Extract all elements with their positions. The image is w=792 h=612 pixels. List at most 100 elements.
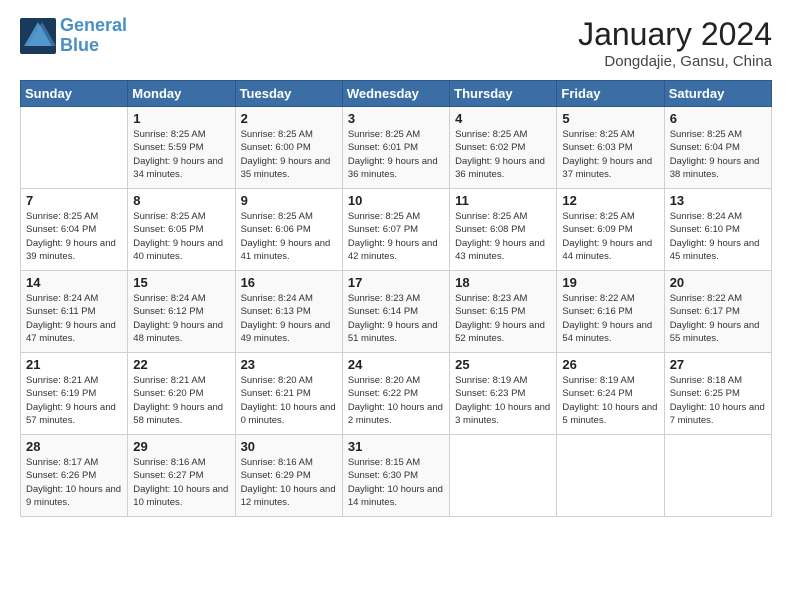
- day-number: 11: [455, 193, 551, 208]
- calendar-page: General Blue January 2024 Dongdajie, Gan…: [0, 0, 792, 612]
- weekday-header-thursday: Thursday: [450, 81, 557, 107]
- day-number: 3: [348, 111, 444, 126]
- day-info: Sunrise: 8:18 AMSunset: 6:25 PMDaylight:…: [670, 374, 766, 427]
- logo-line2: Blue: [60, 35, 99, 55]
- day-cell: 4 Sunrise: 8:25 AMSunset: 6:02 PMDaylight…: [450, 107, 557, 189]
- day-cell: 25 Sunrise: 8:19 AMSunset: 6:23 PMDayligh…: [450, 353, 557, 435]
- month-title: January 2024: [578, 16, 772, 53]
- day-cell: 17 Sunrise: 8:23 AMSunset: 6:14 PMDayligh…: [342, 271, 449, 353]
- day-number: 28: [26, 439, 122, 454]
- day-cell: 14Sunrise: 8:24 AMSunset: 6:11 PMDayligh…: [21, 271, 128, 353]
- day-info: Sunrise: 8:23 AMSunset: 6:14 PMDaylight:…: [348, 292, 444, 345]
- day-number: 20: [670, 275, 766, 290]
- day-cell: [21, 107, 128, 189]
- day-cell: 15Sunrise: 8:24 AMSunset: 6:12 PMDayligh…: [128, 271, 235, 353]
- weekday-header-saturday: Saturday: [664, 81, 771, 107]
- day-number: 9: [241, 193, 337, 208]
- day-number: 27: [670, 357, 766, 372]
- day-cell: 5Sunrise: 8:25 AMSunset: 6:03 PMDaylight…: [557, 107, 664, 189]
- logo: General Blue: [20, 16, 127, 56]
- day-info: Sunrise: 8:15 AMSunset: 6:30 PMDaylight:…: [348, 456, 444, 509]
- weekday-header-friday: Friday: [557, 81, 664, 107]
- day-info: Sunrise: 8:25 AMSunset: 5:59 PMDaylight:…: [133, 128, 229, 181]
- day-cell: 1 Sunrise: 8:25 AMSunset: 5:59 PMDaylight…: [128, 107, 235, 189]
- day-info: Sunrise: 8:21 AMSunset: 6:20 PMDaylight:…: [133, 374, 229, 427]
- day-number: 31: [348, 439, 444, 454]
- day-cell: 9 Sunrise: 8:25 AMSunset: 6:06 PMDaylight…: [235, 189, 342, 271]
- day-number: 23: [241, 357, 337, 372]
- day-info: Sunrise: 8:25 AMSunset: 6:00 PMDaylight:…: [241, 128, 337, 181]
- calendar-table: SundayMondayTuesdayWednesdayThursdayFrid…: [20, 80, 772, 517]
- day-cell: 27 Sunrise: 8:18 AMSunset: 6:25 PMDayligh…: [664, 353, 771, 435]
- day-info: Sunrise: 8:16 AMSunset: 6:27 PMDaylight:…: [133, 456, 229, 509]
- day-number: 29: [133, 439, 229, 454]
- day-cell: 2Sunrise: 8:25 AMSunset: 6:00 PMDaylight…: [235, 107, 342, 189]
- day-info: Sunrise: 8:23 AMSunset: 6:15 PMDaylight:…: [455, 292, 551, 345]
- day-info: Sunrise: 8:24 AMSunset: 6:10 PMDaylight:…: [670, 210, 766, 263]
- day-cell: 22Sunrise: 8:21 AMSunset: 6:20 PMDayligh…: [128, 353, 235, 435]
- day-info: Sunrise: 8:25 AMSunset: 6:01 PMDaylight:…: [348, 128, 444, 181]
- day-cell: 29 Sunrise: 8:16 AMSunset: 6:27 PMDayligh…: [128, 435, 235, 517]
- calendar-header: SundayMondayTuesdayWednesdayThursdayFrid…: [21, 81, 772, 107]
- day-number: 25: [455, 357, 551, 372]
- day-cell: 24Sunrise: 8:20 AMSunset: 6:22 PMDayligh…: [342, 353, 449, 435]
- week-row-4: 21Sunrise: 8:21 AMSunset: 6:19 PMDayligh…: [21, 353, 772, 435]
- calendar-body: 1 Sunrise: 8:25 AMSunset: 5:59 PMDaylight…: [21, 107, 772, 517]
- logo-text: General Blue: [60, 16, 127, 56]
- day-info: Sunrise: 8:25 AMSunset: 6:04 PMDaylight:…: [26, 210, 122, 263]
- day-number: 6: [670, 111, 766, 126]
- day-info: Sunrise: 8:25 AMSunset: 6:07 PMDaylight:…: [348, 210, 444, 263]
- day-cell: [450, 435, 557, 517]
- day-number: 5: [562, 111, 658, 126]
- day-number: 30: [241, 439, 337, 454]
- week-row-1: 1 Sunrise: 8:25 AMSunset: 5:59 PMDaylight…: [21, 107, 772, 189]
- day-number: 12: [562, 193, 658, 208]
- day-number: 26: [562, 357, 658, 372]
- day-cell: 30 Sunrise: 8:16 AMSunset: 6:29 PMDayligh…: [235, 435, 342, 517]
- day-cell: 10Sunrise: 8:25 AMSunset: 6:07 PMDayligh…: [342, 189, 449, 271]
- day-number: 16: [241, 275, 337, 290]
- day-number: 17: [348, 275, 444, 290]
- day-number: 13: [670, 193, 766, 208]
- week-row-3: 14Sunrise: 8:24 AMSunset: 6:11 PMDayligh…: [21, 271, 772, 353]
- day-number: 19: [562, 275, 658, 290]
- weekday-header-sunday: Sunday: [21, 81, 128, 107]
- location: Dongdajie, Gansu, China: [578, 53, 772, 70]
- weekday-row: SundayMondayTuesdayWednesdayThursdayFrid…: [21, 81, 772, 107]
- day-info: Sunrise: 8:25 AMSunset: 6:02 PMDaylight:…: [455, 128, 551, 181]
- day-info: Sunrise: 8:25 AMSunset: 6:09 PMDaylight:…: [562, 210, 658, 263]
- day-cell: 13 Sunrise: 8:24 AMSunset: 6:10 PMDayligh…: [664, 189, 771, 271]
- day-number: 7: [26, 193, 122, 208]
- day-info: Sunrise: 8:25 AMSunset: 6:04 PMDaylight:…: [670, 128, 766, 181]
- day-cell: 16Sunrise: 8:24 AMSunset: 6:13 PMDayligh…: [235, 271, 342, 353]
- day-info: Sunrise: 8:24 AMSunset: 6:11 PMDaylight:…: [26, 292, 122, 345]
- day-cell: 26Sunrise: 8:19 AMSunset: 6:24 PMDayligh…: [557, 353, 664, 435]
- day-cell: 23 Sunrise: 8:20 AMSunset: 6:21 PMDayligh…: [235, 353, 342, 435]
- day-info: Sunrise: 8:17 AMSunset: 6:26 PMDaylight:…: [26, 456, 122, 509]
- day-number: 4: [455, 111, 551, 126]
- day-info: Sunrise: 8:19 AMSunset: 6:23 PMDaylight:…: [455, 374, 551, 427]
- day-cell: 18Sunrise: 8:23 AMSunset: 6:15 PMDayligh…: [450, 271, 557, 353]
- weekday-header-wednesday: Wednesday: [342, 81, 449, 107]
- day-cell: 21Sunrise: 8:21 AMSunset: 6:19 PMDayligh…: [21, 353, 128, 435]
- day-info: Sunrise: 8:25 AMSunset: 6:06 PMDaylight:…: [241, 210, 337, 263]
- day-number: 8: [133, 193, 229, 208]
- weekday-header-tuesday: Tuesday: [235, 81, 342, 107]
- day-cell: 7 Sunrise: 8:25 AMSunset: 6:04 PMDaylight…: [21, 189, 128, 271]
- day-info: Sunrise: 8:20 AMSunset: 6:21 PMDaylight:…: [241, 374, 337, 427]
- day-cell: 31 Sunrise: 8:15 AMSunset: 6:30 PMDayligh…: [342, 435, 449, 517]
- day-info: Sunrise: 8:21 AMSunset: 6:19 PMDaylight:…: [26, 374, 122, 427]
- day-cell: 11Sunrise: 8:25 AMSunset: 6:08 PMDayligh…: [450, 189, 557, 271]
- day-info: Sunrise: 8:24 AMSunset: 6:12 PMDaylight:…: [133, 292, 229, 345]
- day-cell: 28 Sunrise: 8:17 AMSunset: 6:26 PMDayligh…: [21, 435, 128, 517]
- day-cell: 20 Sunrise: 8:22 AMSunset: 6:17 PMDayligh…: [664, 271, 771, 353]
- day-number: 1: [133, 111, 229, 126]
- day-cell: [664, 435, 771, 517]
- day-cell: 12 Sunrise: 8:25 AMSunset: 6:09 PMDayligh…: [557, 189, 664, 271]
- day-cell: 6 Sunrise: 8:25 AMSunset: 6:04 PMDaylight…: [664, 107, 771, 189]
- day-info: Sunrise: 8:16 AMSunset: 6:29 PMDaylight:…: [241, 456, 337, 509]
- day-info: Sunrise: 8:22 AMSunset: 6:17 PMDaylight:…: [670, 292, 766, 345]
- day-info: Sunrise: 8:25 AMSunset: 6:05 PMDaylight:…: [133, 210, 229, 263]
- title-block: January 2024 Dongdajie, Gansu, China: [578, 16, 772, 70]
- day-cell: 19Sunrise: 8:22 AMSunset: 6:16 PMDayligh…: [557, 271, 664, 353]
